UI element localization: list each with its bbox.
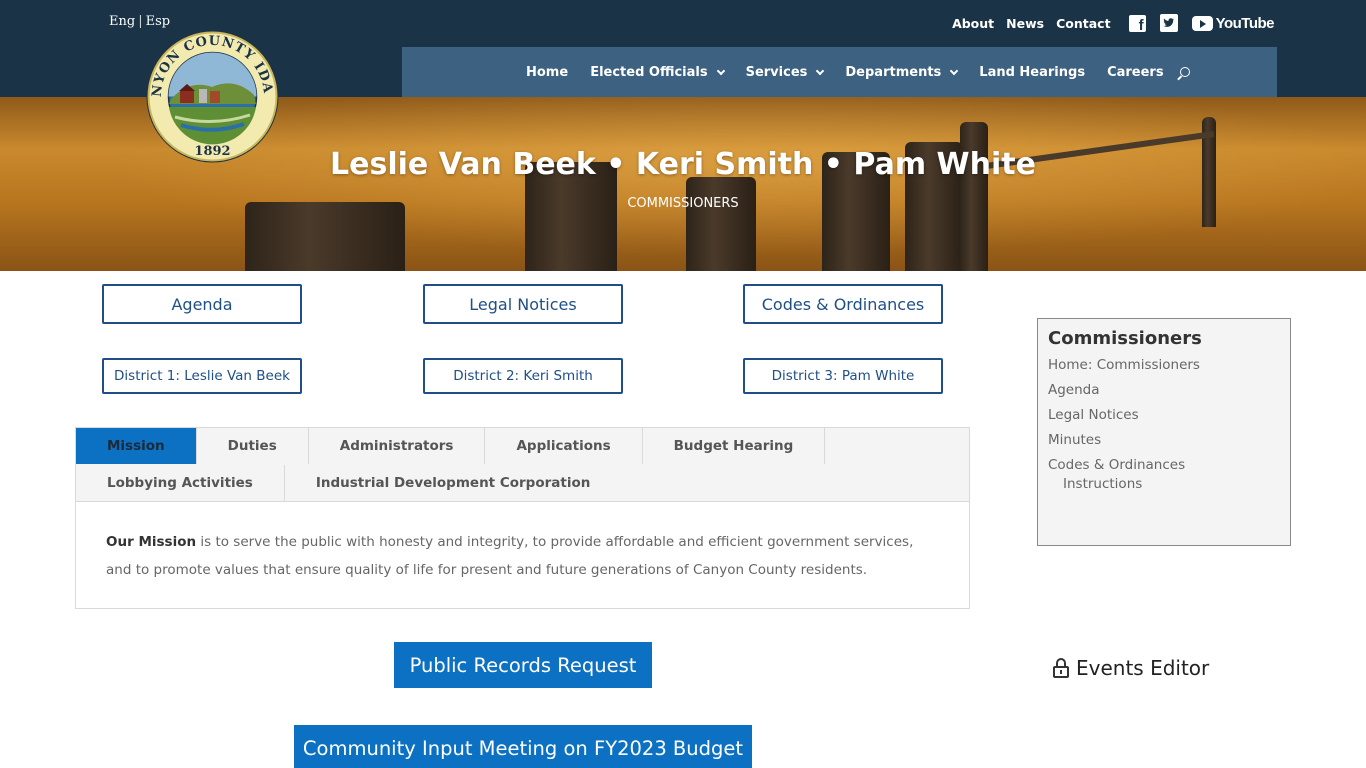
language-switcher: Eng | Esp <box>109 14 170 29</box>
info-tabs: Mission Duties Administrators Applicatio… <box>75 427 970 609</box>
tab-administrators[interactable]: Administrators <box>308 428 486 464</box>
tab-lobbying-activities[interactable]: Lobbying Activities <box>76 465 285 501</box>
chevron-down-icon <box>716 66 725 75</box>
nav-services-label: Services <box>745 64 808 80</box>
tab-content-mission: Our Mission is to serve the public with … <box>76 502 969 608</box>
lang-separator: | <box>138 14 143 29</box>
district-2-button[interactable]: District 2: Keri Smith <box>423 358 623 394</box>
search-icon[interactable] <box>1179 67 1190 77</box>
about-link[interactable]: About <box>952 16 994 31</box>
lang-spanish-link[interactable]: Esp <box>146 14 170 29</box>
nav-home-label: Home <box>526 64 569 80</box>
tab-row: Mission Duties Administrators Applicatio… <box>76 428 969 464</box>
nav-departments-label: Departments <box>845 64 942 80</box>
commissioners-sidebar: Commissioners Home: Commissioners Agenda… <box>1037 318 1291 546</box>
sidebar-item-instructions[interactable]: Instructions <box>1063 476 1280 492</box>
chevron-down-icon <box>816 66 825 75</box>
sidebar-item-codes-ordinances[interactable]: Codes & Ordinances <box>1048 457 1280 473</box>
tab-budget-hearing[interactable]: Budget Hearing <box>642 428 826 464</box>
contact-link[interactable]: Contact <box>1056 16 1110 31</box>
district-1-button[interactable]: District 1: Leslie Van Beek <box>102 358 302 394</box>
sidebar-item-agenda[interactable]: Agenda <box>1048 382 1280 398</box>
legal-notices-button[interactable]: Legal Notices <box>423 284 623 324</box>
nav-land-hearings[interactable]: Land Hearings <box>979 65 1085 80</box>
nav-careers-label: Careers <box>1107 64 1164 80</box>
mission-text: is to serve the public with honesty and … <box>106 534 914 578</box>
mission-heading: Our Mission <box>106 534 197 550</box>
tab-mission[interactable]: Mission <box>76 428 197 464</box>
sidebar-title: Commissioners <box>1048 328 1202 349</box>
youtube-link[interactable]: YouTube <box>1191 14 1275 32</box>
events-editor-label: Events Editor <box>1076 656 1210 680</box>
social-links: YouTube <box>1128 14 1275 34</box>
community-input-meeting-button[interactable]: Community Input Meeting on FY2023 Budget <box>294 725 752 768</box>
tab-bar: Mission Duties Administrators Applicatio… <box>76 428 969 502</box>
nav-careers[interactable]: Careers <box>1107 65 1164 80</box>
lang-english-link[interactable]: Eng <box>109 14 135 29</box>
tab-duties[interactable]: Duties <box>196 428 309 464</box>
page-subtitle: COMMISSIONERS <box>627 196 739 211</box>
seal-year-text: 1892 <box>194 144 230 159</box>
agenda-button[interactable]: Agenda <box>102 284 302 324</box>
news-link[interactable]: News <box>1006 16 1044 31</box>
lock-icon <box>1052 658 1070 678</box>
sidebar-item-home-commissioners[interactable]: Home: Commissioners <box>1048 357 1280 373</box>
secondary-nav: About News Contact YouTube <box>940 14 1275 34</box>
youtube-label: YouTube <box>1215 14 1275 32</box>
fence-post-image <box>686 177 756 271</box>
twitter-icon[interactable] <box>1159 14 1178 32</box>
tab-industrial-development-corporation[interactable]: Industrial Development Corporation <box>284 465 622 501</box>
events-editor-link[interactable]: Events Editor <box>1052 656 1209 680</box>
chevron-down-icon <box>950 66 959 75</box>
facebook-icon[interactable] <box>1128 14 1146 34</box>
codes-ordinances-button[interactable]: Codes & Ordinances <box>743 284 943 324</box>
tab-applications[interactable]: Applications <box>485 428 643 464</box>
main-nav: Home Elected Officials Services Departme… <box>402 47 1277 97</box>
nav-elected-officials-label: Elected Officials <box>590 64 708 80</box>
district-3-button[interactable]: District 3: Pam White <box>743 358 943 394</box>
nav-home[interactable]: Home <box>526 65 568 80</box>
county-seal-logo[interactable]: CANYON COUNTY IDAHO 1892 <box>145 29 280 164</box>
nav-departments[interactable]: Departments <box>845 64 959 80</box>
youtube-play-icon <box>1191 15 1213 31</box>
nav-land-hearings-label: Land Hearings <box>979 64 1086 80</box>
sidebar-item-legal-notices[interactable]: Legal Notices <box>1048 407 1280 423</box>
tab-row: Lobbying Activities Industrial Developme… <box>76 464 969 501</box>
nav-elected-officials[interactable]: Elected Officials <box>590 64 725 80</box>
nav-services[interactable]: Services <box>745 64 825 80</box>
fence-post-image <box>245 202 405 271</box>
public-records-request-button[interactable]: Public Records Request <box>394 642 652 688</box>
sidebar-item-minutes[interactable]: Minutes <box>1048 432 1280 448</box>
